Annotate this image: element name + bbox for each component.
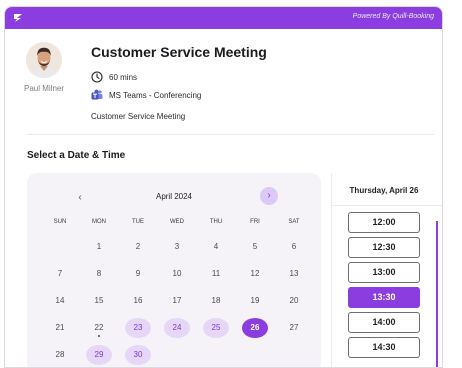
- calendar-day: 6: [291, 242, 297, 251]
- clock-icon: [91, 71, 103, 83]
- calendar-day-available[interactable]: 23: [125, 318, 151, 338]
- calendar-day: 12: [250, 269, 260, 278]
- calendar-day-available[interactable]: 24: [164, 318, 190, 338]
- next-month-button[interactable]: ›: [260, 187, 278, 205]
- ms-teams-icon: [91, 89, 103, 100]
- weekday-label: FRI: [250, 219, 260, 225]
- time-slot[interactable]: 14:30: [348, 337, 420, 358]
- calendar-day: 7: [57, 269, 63, 278]
- calendar-day: 10: [172, 269, 182, 278]
- section-title: Select a Date & Time: [27, 150, 126, 161]
- time-slot[interactable]: 13:00: [348, 262, 420, 283]
- time-slot[interactable]: 14:00: [348, 312, 420, 333]
- host-name: Paul Milner: [23, 84, 64, 93]
- calendar-day: 19: [250, 296, 260, 305]
- duration-label: 60 mins: [109, 72, 138, 82]
- calendar-day: 22: [86, 318, 112, 338]
- calendar-day: 21: [55, 323, 65, 332]
- calendar-day: 17: [172, 296, 182, 305]
- weekday-label: SUN: [53, 219, 67, 225]
- time-slot[interactable]: 12:30: [348, 237, 420, 258]
- weekday-label: MON: [92, 219, 106, 225]
- top-bar: Powered By Quill-Booking: [5, 7, 442, 29]
- calendar-day: 8: [96, 269, 102, 278]
- time-slot-selected[interactable]: 13:30: [348, 287, 420, 308]
- host-photo: [26, 42, 62, 78]
- time-slot[interactable]: 12:00: [348, 212, 420, 233]
- calendar-day: 20: [289, 296, 299, 305]
- booking-widget: Powered By Quill-Booking Paul Milner Cus…: [4, 6, 443, 368]
- calendar-day: 5: [252, 242, 258, 251]
- event-title: Customer Service Meeting: [91, 44, 267, 60]
- duration-row: 60 mins: [91, 71, 137, 83]
- weekday-label: THU: [209, 219, 223, 225]
- weekday-label: WED: [170, 219, 184, 225]
- calendar-day: 1: [96, 242, 102, 251]
- scrollbar[interactable]: [436, 221, 438, 367]
- today-indicator: [98, 335, 100, 337]
- calendar: ‹ April 2024 › SUN MON TUE WED THU FRI SAT 1 2 3 4…: [27, 173, 321, 367]
- calendar-day-selected[interactable]: 26: [242, 318, 268, 338]
- powered-by-label: Powered By Quill-Booking: [352, 13, 434, 20]
- calendar-day: 16: [133, 296, 143, 305]
- location-label: MS Teams - Conferencing: [109, 90, 202, 100]
- time-slots-panel: Thursday, April 26 12:00 12:30 13:00 13:30 1…: [331, 173, 442, 367]
- chevron-right-icon: ›: [267, 190, 271, 201]
- calendar-day: 15: [94, 296, 104, 305]
- calendar-day-available[interactable]: 30: [125, 345, 151, 365]
- calendar-day: 28: [55, 350, 65, 359]
- divider: [27, 134, 434, 135]
- calendar-header: ‹ April 2024 ›: [27, 187, 321, 207]
- calendar-day: 2: [135, 242, 141, 251]
- selected-date-heading: Thursday, April 26: [349, 186, 419, 195]
- calendar-day: 13: [289, 269, 299, 278]
- weekday-label: TUE: [132, 219, 144, 225]
- location-row: MS Teams - Conferencing: [91, 89, 201, 101]
- calendar-day: 18: [211, 296, 221, 305]
- calendar-day-available[interactable]: 25: [203, 318, 229, 338]
- avatar: [26, 42, 62, 78]
- calendar-day: 11: [211, 269, 221, 278]
- weekday-label: SAT: [288, 219, 300, 225]
- divider: [332, 205, 442, 206]
- event-description: Customer Service Meeting: [91, 112, 186, 121]
- calendar-day: 4: [213, 242, 219, 251]
- calendar-day: 3: [174, 242, 180, 251]
- brand-logo-icon: [14, 14, 22, 22]
- calendar-day: 14: [55, 296, 65, 305]
- calendar-day-available[interactable]: 29: [86, 345, 112, 365]
- calendar-day: 9: [135, 269, 141, 278]
- calendar-day: 27: [289, 323, 299, 332]
